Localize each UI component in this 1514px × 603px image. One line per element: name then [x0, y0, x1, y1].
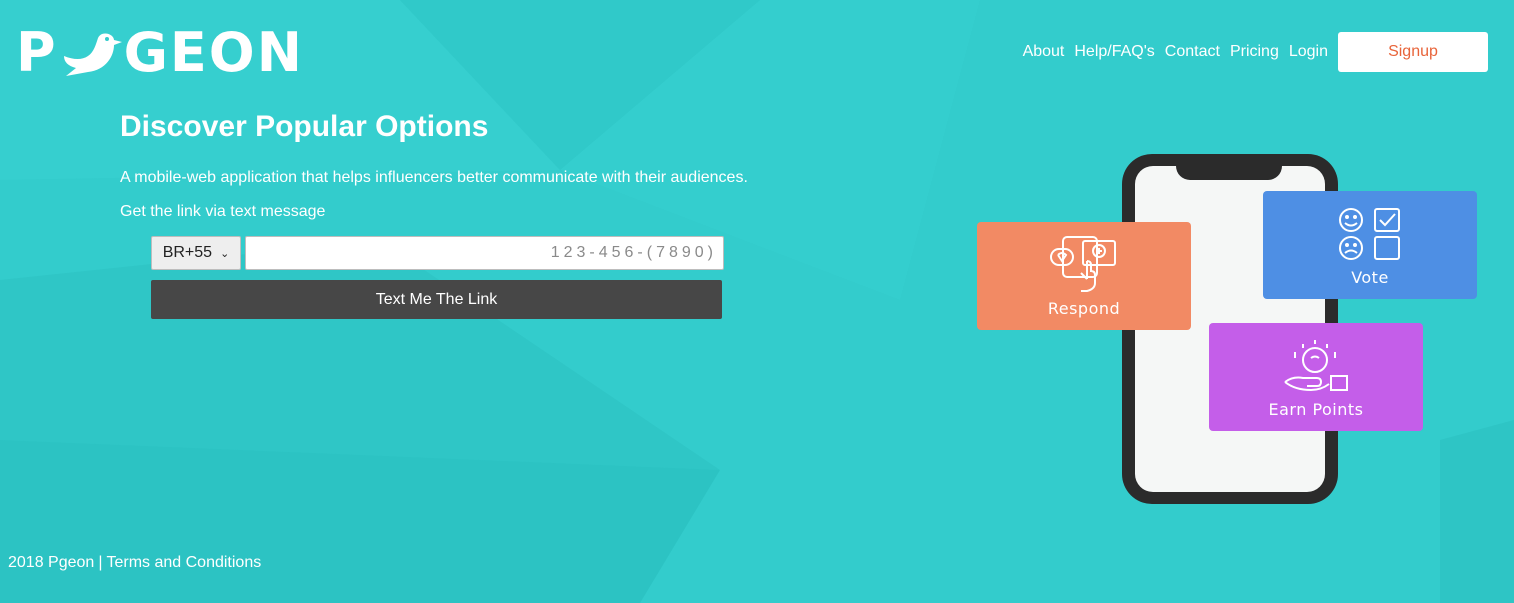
coin-hand-icon	[1284, 340, 1348, 392]
chevron-down-icon: ⌄	[220, 247, 230, 260]
vote-faces-icon	[1339, 208, 1400, 260]
nav-link-pricing[interactable]: Pricing	[1230, 43, 1279, 61]
phone-illustration: Respond Vote Earn Points	[970, 150, 1490, 510]
hero-description: A mobile-web application that helps infl…	[120, 169, 748, 186]
earn-points-card: Earn Points	[1209, 323, 1423, 431]
phone-number-input[interactable]	[245, 236, 724, 270]
vote-card: Vote	[1263, 191, 1477, 299]
vote-card-label: Vote	[1351, 268, 1389, 287]
logo[interactable]: P GEON	[16, 26, 304, 80]
hero-title: Discover Popular Options	[120, 110, 489, 143]
country-code-value: BR+55	[162, 244, 213, 261]
signup-button[interactable]: Signup	[1338, 32, 1488, 72]
footer-copyright: 2018 Pgeon	[8, 554, 95, 571]
country-code-select[interactable]: BR+55 ⌄	[151, 236, 241, 270]
respond-card: Respond	[977, 222, 1191, 330]
phone-notch	[1176, 154, 1282, 180]
text-me-link-button[interactable]: Text Me The Link	[151, 280, 722, 319]
terms-and-conditions-link[interactable]: Terms and Conditions	[106, 554, 261, 572]
phone-form: BR+55 ⌄	[151, 236, 724, 270]
footer: 2018 Pgeon | Terms and Conditions	[8, 554, 261, 572]
nav-link-login[interactable]: Login	[1289, 43, 1328, 61]
top-nav: About Help/FAQ's Contact Pricing Login S…	[1023, 32, 1488, 72]
hand-touch-icon	[1050, 236, 1116, 292]
logo-text-suffix: GEON	[123, 21, 304, 84]
hero-subtitle: Get the link via text message	[120, 203, 326, 220]
footer-separator: |	[98, 554, 103, 571]
logo-text-prefix: P	[16, 21, 58, 84]
nav-link-about[interactable]: About	[1023, 43, 1065, 61]
earn-points-card-label: Earn Points	[1268, 400, 1364, 419]
nav-link-help-faq[interactable]: Help/FAQ's	[1074, 43, 1154, 61]
respond-card-label: Respond	[1047, 299, 1121, 318]
pigeon-bird-icon	[63, 33, 122, 76]
nav-link-contact[interactable]: Contact	[1165, 43, 1220, 61]
